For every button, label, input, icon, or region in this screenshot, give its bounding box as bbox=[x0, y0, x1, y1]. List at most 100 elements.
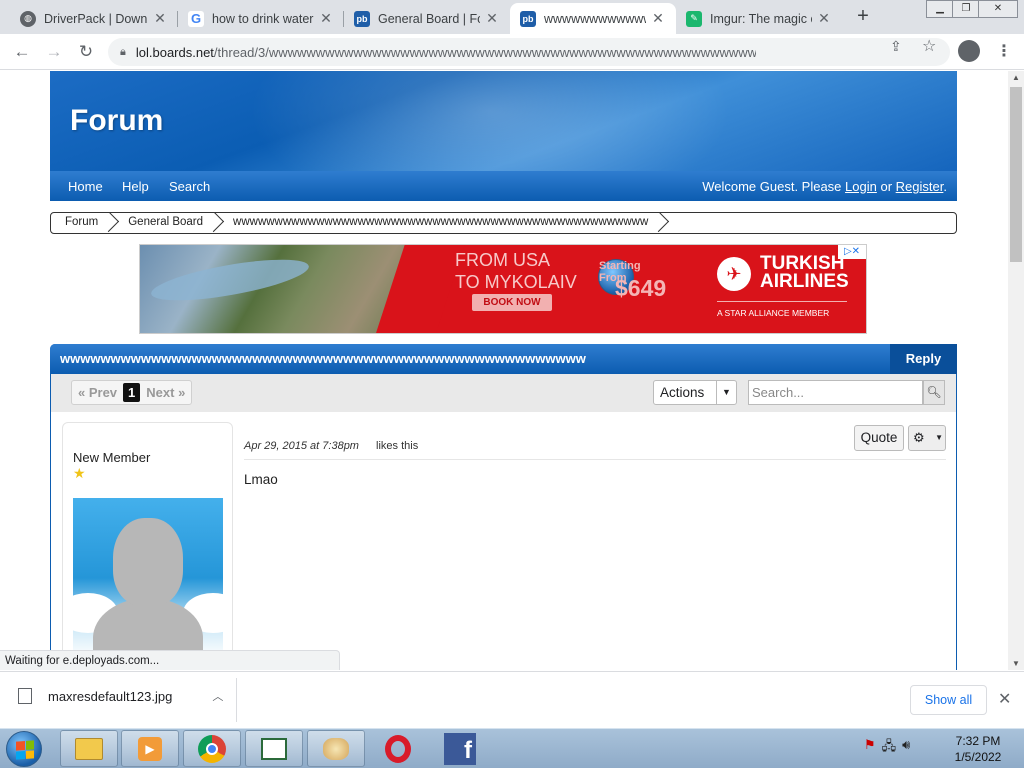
opera-taskbar-icon[interactable] bbox=[369, 730, 427, 767]
download-shelf: maxresdefault123.jpg ︿ Show all ✕ bbox=[0, 671, 1024, 728]
tab-driverpack[interactable]: ◍ DriverPack | Download ✕ bbox=[10, 3, 178, 34]
pagination: « Prev 1 Next » bbox=[71, 380, 193, 405]
download-item[interactable]: maxresdefault123.jpg ︿ bbox=[18, 688, 223, 704]
tab-title: DriverPack | Download bbox=[44, 11, 148, 26]
tab-thread-active[interactable]: pb wwwwwwwwwwwwwwww ✕ bbox=[510, 3, 676, 34]
chevron-up-icon[interactable]: ︿ bbox=[212, 688, 223, 704]
close-shelf-icon[interactable]: ✕ bbox=[998, 689, 1011, 709]
clock-date: 1/5/2022 bbox=[954, 750, 1002, 764]
ad-city-photo bbox=[140, 245, 410, 333]
register-link[interactable]: Register bbox=[896, 179, 944, 194]
close-tab-icon[interactable]: ✕ bbox=[318, 10, 334, 27]
ad-brand: TURKISH AIRLINES bbox=[760, 253, 849, 292]
ad-book-now-button[interactable]: BOOK NOW bbox=[472, 294, 552, 311]
avatar[interactable] bbox=[73, 498, 223, 658]
download-filename: maxresdefault123.jpg bbox=[48, 688, 173, 704]
maximize-button[interactable]: ❐ bbox=[952, 0, 980, 18]
quote-button[interactable]: Quote bbox=[854, 425, 904, 451]
breadcrumb-thread[interactable]: wwwwwwwwwwwwwwwwwwwwwwwwwwwwwwwwwwwwwwww… bbox=[219, 213, 664, 233]
reload-icon[interactable]: ↻ bbox=[74, 40, 98, 64]
search-icon[interactable]: 🔍︎ bbox=[923, 380, 945, 405]
nav-help-link[interactable]: Help bbox=[122, 179, 149, 194]
user-info-box: New Member ★ bbox=[62, 422, 233, 670]
status-bubble: Waiting for e.deployads.com... bbox=[0, 650, 340, 670]
proboards-icon: pb bbox=[520, 10, 536, 27]
scroll-down-icon[interactable]: ▼ bbox=[1008, 659, 1024, 668]
thread-search-input[interactable]: Search... bbox=[748, 380, 923, 405]
volume-icon[interactable]: 🔊︎ bbox=[902, 737, 910, 759]
image-file-icon bbox=[18, 688, 32, 704]
imgur-icon: ✎ bbox=[686, 10, 702, 27]
thread-controls: « Prev 1 Next » Actions ▼ Search... 🔍︎ bbox=[51, 374, 956, 412]
new-tab-button[interactable]: + bbox=[852, 6, 874, 28]
welcome-message: Welcome Guest. Please Login or Register. bbox=[702, 179, 947, 194]
media-player-taskbar-icon[interactable]: ▶ bbox=[121, 730, 179, 767]
post-body: Lmao bbox=[244, 472, 278, 487]
next-page-button[interactable]: Next » bbox=[140, 381, 191, 404]
nav-home-link[interactable]: Home bbox=[68, 179, 103, 194]
tab-title: Imgur: The magic of the Internet bbox=[710, 11, 812, 26]
actions-dropdown[interactable]: Actions ▼ bbox=[653, 380, 737, 405]
login-link[interactable]: Login bbox=[845, 179, 877, 194]
close-tab-icon[interactable]: ✕ bbox=[816, 10, 832, 27]
address-bar[interactable]: 🔒︎ lol.boards.net/thread/3/wwwwwwwwwwwww… bbox=[108, 38, 950, 66]
post-date[interactable]: Apr 29, 2015 at 7:38pm bbox=[244, 440, 359, 452]
start-button[interactable] bbox=[6, 731, 42, 767]
paint-taskbar-icon[interactable] bbox=[307, 730, 365, 767]
close-tab-icon[interactable]: ✕ bbox=[484, 10, 500, 27]
page-viewport: Forum Home Help Search Welcome Guest. Pl… bbox=[0, 71, 1008, 670]
close-tab-icon[interactable]: ✕ bbox=[152, 10, 168, 27]
reply-button[interactable]: Reply bbox=[890, 344, 957, 374]
explorer-taskbar-icon[interactable] bbox=[60, 730, 118, 767]
network-icon[interactable]: 🖧︎ bbox=[882, 737, 897, 759]
breadcrumb-general-board[interactable]: General Board bbox=[114, 213, 219, 233]
nav-search-link[interactable]: Search bbox=[169, 179, 210, 194]
rank-star-icon: ★ bbox=[73, 465, 86, 481]
ad-alliance-text: A STAR ALLIANCE MEMBER bbox=[717, 308, 830, 318]
minimize-button[interactable]: ▁ bbox=[926, 0, 954, 18]
adchoices-close-icon[interactable]: ▷✕ bbox=[838, 245, 866, 259]
close-window-button[interactable]: ✕ bbox=[978, 0, 1018, 18]
tab-google-search[interactable]: G how to drink water ✕ bbox=[178, 3, 344, 34]
forum-navbar: Home Help Search Welcome Guest. Please L… bbox=[50, 171, 957, 201]
forum-banner: Forum bbox=[50, 71, 957, 171]
close-tab-icon[interactable]: ✕ bbox=[650, 10, 666, 27]
browser-toolbar: ← → ↻ 🔒︎ lol.boards.net/thread/3/wwwwwww… bbox=[0, 34, 1024, 70]
tab-imgur[interactable]: ✎ Imgur: The magic of the Internet ✕ bbox=[676, 3, 842, 34]
proboards-icon: pb bbox=[354, 10, 370, 27]
tab-general-board[interactable]: pb General Board | Forum ✕ bbox=[344, 3, 510, 34]
post-likes: likes this bbox=[376, 440, 419, 452]
facebook-taskbar-icon[interactable]: f bbox=[431, 730, 489, 767]
post-options-button[interactable]: ⚙ ▼ bbox=[908, 425, 946, 451]
current-page[interactable]: 1 bbox=[123, 383, 141, 402]
advertisement-banner[interactable]: FROM USA TO MYKOLAIV BOOK NOW Starting Fr… bbox=[139, 244, 867, 334]
clock-time: 7:32 PM bbox=[955, 734, 1001, 748]
chevron-down-icon: ▼ bbox=[935, 433, 943, 442]
globe-icon: ◍ bbox=[20, 10, 36, 27]
forward-arrow-icon[interactable]: → bbox=[42, 40, 66, 64]
scroll-up-icon[interactable]: ▲ bbox=[1008, 73, 1024, 82]
user-rank: New Member bbox=[73, 450, 151, 465]
clock[interactable]: 7:32 PM 1/5/2022 bbox=[946, 733, 1010, 765]
gear-icon: ⚙ bbox=[913, 430, 925, 445]
forum-title[interactable]: Forum bbox=[70, 104, 163, 138]
scrollbar-thumb[interactable] bbox=[1010, 87, 1022, 262]
show-all-button[interactable]: Show all bbox=[910, 685, 987, 715]
tab-strip: ◍ DriverPack | Download ✕ G how to drink… bbox=[0, 0, 1024, 34]
chrome-taskbar-icon[interactable] bbox=[183, 730, 241, 767]
share-icon[interactable]: ⇪ bbox=[890, 38, 902, 55]
menu-kebab-icon[interactable]: ⋮ bbox=[996, 41, 1012, 61]
google-icon: G bbox=[188, 10, 204, 27]
vertical-scrollbar[interactable]: ▲ ▼ bbox=[1008, 71, 1024, 670]
notepad-taskbar-icon[interactable] bbox=[245, 730, 303, 767]
or-text: or bbox=[880, 179, 893, 194]
flag-alert-icon[interactable]: ⚑ bbox=[864, 737, 876, 759]
system-tray: ⚑ 🖧︎ 🔊︎ bbox=[864, 737, 910, 759]
back-arrow-icon[interactable]: ← bbox=[10, 40, 34, 64]
bookmark-star-icon[interactable]: ☆ bbox=[922, 36, 936, 56]
tab-title: General Board | Forum bbox=[378, 11, 480, 26]
prev-page-button[interactable]: « Prev bbox=[72, 381, 123, 404]
breadcrumb-forum[interactable]: Forum bbox=[51, 213, 114, 233]
ad-headline: FROM USA TO MYKOLAIV bbox=[455, 250, 577, 292]
profile-avatar-icon[interactable] bbox=[958, 40, 980, 62]
